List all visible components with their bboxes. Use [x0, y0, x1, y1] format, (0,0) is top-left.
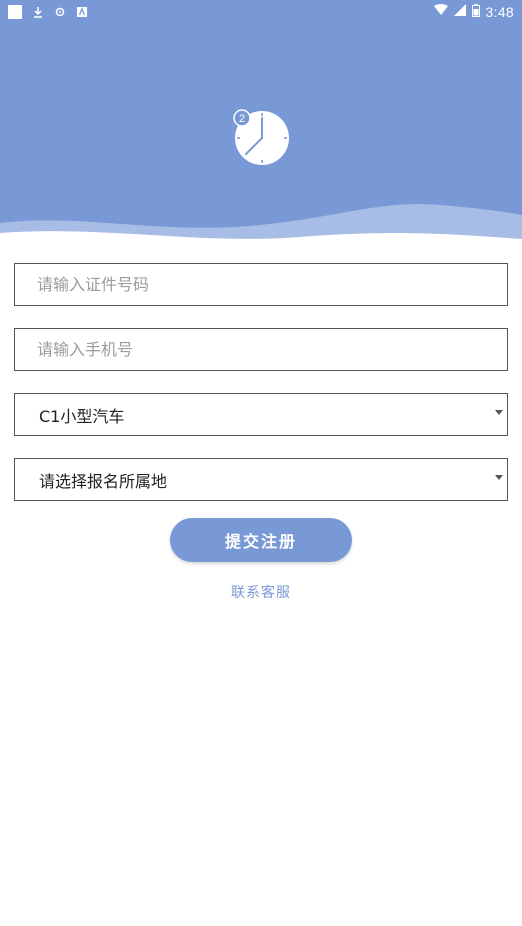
- submit-register-button[interactable]: 提交注册: [170, 518, 352, 562]
- header-banner: 3:48 2: [0, 0, 522, 250]
- license-type-value: C1小型汽车: [39, 406, 125, 426]
- download-icon: [32, 6, 44, 18]
- clock-badge: 2: [239, 113, 245, 125]
- signal-icon: [453, 4, 466, 20]
- status-right-icons: 3:48: [433, 3, 514, 21]
- status-bar: 3:48: [0, 0, 522, 24]
- license-type-select[interactable]: C1小型汽车: [14, 393, 508, 436]
- id-number-input[interactable]: [15, 264, 507, 305]
- id-number-field[interactable]: [14, 263, 508, 306]
- dropdown-caret-icon: [495, 410, 503, 415]
- settings-icon: [54, 6, 66, 18]
- status-time: 3:48: [485, 4, 514, 20]
- wave-decoration: [0, 204, 522, 250]
- phone-input[interactable]: [15, 329, 507, 370]
- region-value: 请选择报名所属地: [39, 471, 168, 491]
- wifi-icon: [433, 4, 448, 20]
- app-icon: [76, 6, 88, 18]
- phone-field[interactable]: [14, 328, 508, 371]
- battery-icon: [471, 3, 480, 21]
- region-select[interactable]: 请选择报名所属地: [14, 458, 508, 501]
- square-icon: [8, 5, 22, 19]
- clock-icon: 2: [233, 109, 289, 165]
- status-left-icons: [8, 5, 88, 19]
- dropdown-caret-icon: [495, 475, 503, 480]
- contact-support-link[interactable]: 联系客服: [0, 582, 522, 602]
